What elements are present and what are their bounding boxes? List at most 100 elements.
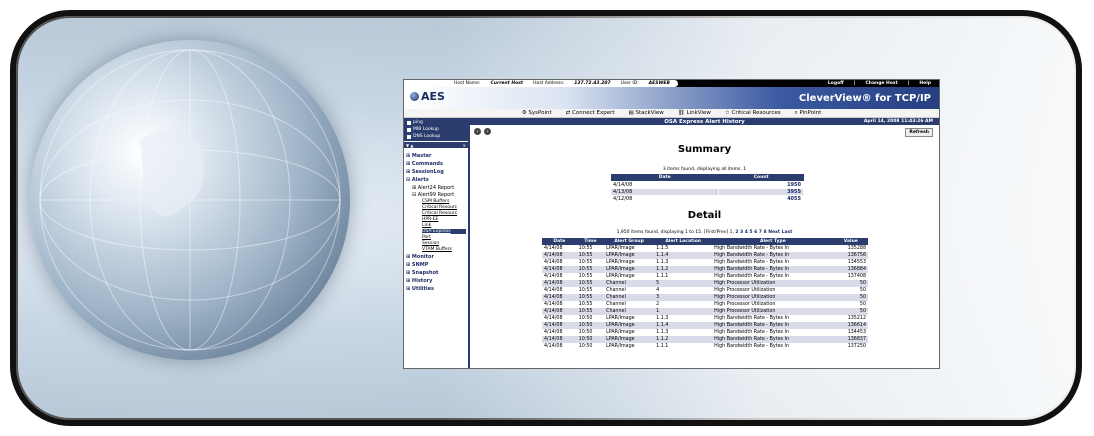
column-header[interactable]: Time xyxy=(576,238,605,245)
table-cell: 1.1.4 xyxy=(654,252,713,259)
host-name-value: Current Host xyxy=(490,81,524,86)
tree-item-snapshot[interactable]: ⊞ Snapshot xyxy=(406,270,466,276)
tree-item-critical-resourc[interactable]: Critical Resourc xyxy=(422,205,466,210)
close-icon[interactable]: ✕ xyxy=(463,143,466,148)
refresh-button[interactable]: Refresh xyxy=(905,128,933,137)
ping-icon xyxy=(407,120,411,125)
table-row: 4/14/08 10:50 LPAR/Image 1.1.2 High Bandwidt… xyxy=(542,336,868,343)
globe-image xyxy=(30,40,350,360)
separator: | xyxy=(907,81,910,86)
tree-item-csm-buffers[interactable]: CSM Buffers xyxy=(422,199,466,204)
table-cell: High Processor Utilization xyxy=(714,288,776,293)
column-header[interactable]: Date xyxy=(542,238,577,245)
table-cell: Channel xyxy=(606,302,626,307)
count-cell[interactable]: 3955 xyxy=(718,188,804,196)
tree-item-commands[interactable]: ⊞ Commands xyxy=(406,161,466,167)
table-cell: 4/14/08 xyxy=(542,280,577,287)
detail-count-text: 1,950 items found, displaying 1 to 15. [… xyxy=(616,230,734,235)
table-cell: 10:55 xyxy=(576,280,605,287)
tree-item-alert99-report[interactable]: ⊟ Alert99 Report xyxy=(412,192,466,198)
dns-lookup-link[interactable]: DNS Lookup xyxy=(404,133,468,140)
table-cell: LPAR/Image xyxy=(606,246,635,251)
banner: AES CleverView® for TCP/IP xyxy=(404,87,939,109)
column-header[interactable]: Alert Group xyxy=(604,238,655,245)
forward-icon[interactable]: › xyxy=(484,128,491,135)
mib-lookup-link[interactable]: MIB Lookup xyxy=(404,126,468,133)
tree-item-snmp[interactable]: ⊞ SNMP xyxy=(406,262,466,268)
tree-item-history[interactable]: ⊞ History xyxy=(406,278,466,284)
table-cell: High Processor Utilization xyxy=(712,294,834,301)
top-bar: Host Name: Current Host Host Address: 13… xyxy=(404,80,939,87)
date-cell: 4/14/08 xyxy=(609,181,720,189)
tree-item-alert24-report[interactable]: ⊞ Alert24 Report xyxy=(412,185,466,191)
separator: | xyxy=(853,81,856,86)
ping-link[interactable]: ping xyxy=(404,119,468,126)
table-cell: 1.1.5 xyxy=(656,246,669,251)
tree-item-utilities[interactable]: ⊞ Utilities xyxy=(406,286,466,292)
column-header[interactable]: Value xyxy=(833,238,868,245)
syspoint-button[interactable]: ⚙ SysPoint xyxy=(522,110,552,116)
count-cell[interactable]: 1950 xyxy=(718,181,804,189)
table-cell: 4/14/08 xyxy=(542,252,577,259)
table-cell: 134453 xyxy=(847,330,866,335)
tree-item-sessionlog[interactable]: ⊞ SessionLog xyxy=(406,169,466,175)
tree-item-monitor[interactable]: ⊞ Monitor xyxy=(406,254,466,260)
table-cell: LPAR/Image xyxy=(606,344,635,349)
table-cell: 10:55 xyxy=(578,288,593,293)
table-cell: High Bandwidth Rate - Bytes In xyxy=(712,266,834,273)
aes-logo: AES xyxy=(410,90,445,103)
table-cell: 10:55 xyxy=(578,274,593,279)
help-link[interactable]: Help xyxy=(919,81,931,86)
detail-caption: 1,950 items found, displaying 1 to 15. [… xyxy=(470,230,939,235)
table-row: 4/13/08 3955 xyxy=(609,188,804,196)
tree-item-hpr-ee[interactable]: HPR-EE xyxy=(422,217,466,222)
pagination-links[interactable]: 2 3 4 5 6 7 8 Next Last xyxy=(735,230,792,235)
tree-item-osa-express[interactable]: OSA Express xyxy=(422,229,466,234)
tree-item-session[interactable]: Session xyxy=(422,241,466,246)
tree-item-alerts[interactable]: ⊟ Alerts xyxy=(406,177,466,183)
table-cell: 10:55 xyxy=(578,260,593,265)
logo-text: AES xyxy=(421,90,445,103)
critical-resources-button[interactable]: ☆ Critical Resources xyxy=(725,110,781,116)
tree-item-vtam-buffers[interactable]: VTAM Buffers xyxy=(422,247,466,252)
logoff-link[interactable]: Logoff xyxy=(828,81,844,86)
column-header[interactable]: Alert Location xyxy=(654,238,713,245)
count-cell[interactable]: 4055 xyxy=(718,195,804,203)
column-header[interactable]: Alert Type xyxy=(712,238,834,245)
table-cell: 1.1.4 xyxy=(654,322,713,329)
table-cell: 50 xyxy=(859,288,866,293)
table-cell: 1.1.3 xyxy=(656,316,669,321)
tree-item-port[interactable]: Port xyxy=(422,235,466,240)
table-cell: 4/14/08 xyxy=(544,344,563,349)
table-cell: 10:55 xyxy=(578,246,593,251)
table-cell: 4/14/08 xyxy=(544,302,563,307)
logo-icon xyxy=(410,92,419,101)
collapse-icon[interactable]: ▼ ▲ xyxy=(406,143,413,148)
linkview-button[interactable]: ⛓ LinkView xyxy=(678,110,711,116)
change-host-link[interactable]: Change Host xyxy=(865,81,897,86)
table-row: 4/12/08 4055 xyxy=(609,195,804,203)
table-cell: 5 xyxy=(654,280,713,287)
table-cell: High Bandwidth Rate - Bytes In xyxy=(714,260,790,265)
back-icon[interactable]: ‹ xyxy=(474,128,481,135)
host-address-label: Host Address: xyxy=(533,81,565,86)
table-cell: High Bandwidth Rate - Bytes In xyxy=(712,336,834,343)
tree-item-critical-resourc[interactable]: Critical Resourc xyxy=(422,211,466,216)
table-cell: 10:55 xyxy=(576,308,605,315)
user-id-label: User ID: xyxy=(620,81,639,86)
stackview-button[interactable]: ▤ StackView xyxy=(629,110,664,116)
table-cell: LPAR/Image xyxy=(604,252,655,259)
table-cell: 4/14/08 xyxy=(542,266,577,273)
tree-item-master[interactable]: ⊞ Master xyxy=(406,153,466,159)
table-cell: High Bandwidth Rate - Bytes In xyxy=(714,344,790,349)
detail-table: Date Time Alert Group Alert Location Alert T… xyxy=(542,238,868,350)
pinpoint-button[interactable]: ⌕ PinPoint xyxy=(795,110,822,117)
date-cell: 4/13/08 xyxy=(609,188,720,196)
table-row: 4/14/08 10:50 LPAR/Image 1.1.3 High Bandwidt… xyxy=(542,315,868,322)
page-title: OSA Express Alert History xyxy=(664,118,745,125)
table-row: 4/14/08 10:55 LPAR/Image 1.1.3 High Bandwidt… xyxy=(542,259,868,266)
connect-expert-button[interactable]: ⇄ Connect Expert xyxy=(566,110,615,116)
table-row: 4/14/08 10:55 LPAR/Image 1.1.4 High Bandwidt… xyxy=(542,252,868,259)
table-cell: High Bandwidth Rate - Bytes In xyxy=(714,274,790,279)
tree-item-link[interactable]: Link xyxy=(422,223,466,228)
